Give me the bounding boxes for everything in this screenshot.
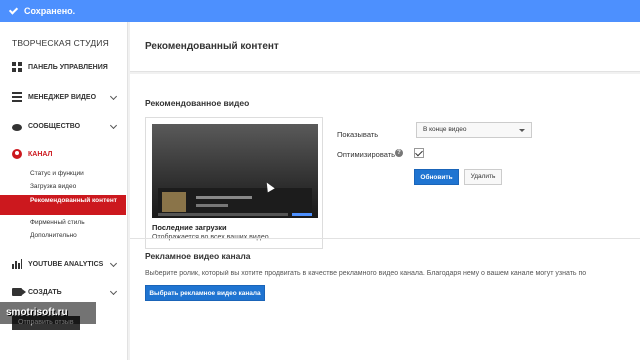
show-label: Показывать <box>337 130 379 139</box>
promo-video-title: Рекламное видео канала <box>145 251 251 261</box>
channel-icon <box>12 149 22 159</box>
show-select-value: В конце видео <box>423 126 467 133</box>
sidebar-item-community[interactable]: СООБЩЕСТВО <box>0 118 128 134</box>
card-title: Последние загрузки <box>152 223 227 232</box>
sidebar-item-label: YOUTUBE ANALYTICS <box>28 260 104 268</box>
sidebar-item-analytics[interactable]: YOUTUBE ANALYTICS <box>0 256 128 272</box>
channel-subitem-advanced[interactable]: Дополнительно <box>0 232 126 239</box>
sidebar-item-label: СОЗДАТЬ <box>28 288 62 296</box>
help-icon[interactable]: ? <box>395 149 403 157</box>
sidebar-item-channel[interactable]: КАНАЛ <box>0 146 128 162</box>
page-title: Рекомендованный контент <box>145 41 279 52</box>
update-button[interactable]: Обновить <box>414 169 459 185</box>
delete-button[interactable]: Удалить <box>464 169 502 185</box>
sidebar-item-label: СООБЩЕСТВО <box>28 122 81 130</box>
checkmark-icon <box>8 6 18 16</box>
featured-video-title: Рекомендованное видео <box>145 98 250 108</box>
create-icon <box>12 288 26 296</box>
studio-title[interactable]: ТВОРЧЕСКАЯ СТУДИЯ <box>12 38 109 48</box>
channel-subitem-branding[interactable]: Фирменный стиль <box>0 219 126 226</box>
community-icon <box>12 123 22 131</box>
channel-subitem-featured[interactable]: Рекомендованный контент <box>0 195 126 215</box>
featured-video-panel: Рекомендованное видео Последние загрузки… <box>130 74 640 360</box>
promo-description: Выберите ролик, который вы хотите продви… <box>145 270 587 277</box>
chevron-down-icon <box>109 287 118 296</box>
sidebar-item-label: МЕНЕДЖЕР ВИДЕО <box>28 93 97 101</box>
dashboard-icon <box>12 62 22 72</box>
video-thumbnail <box>152 124 318 218</box>
optimize-label: Оптимизировать <box>337 150 396 159</box>
chevron-down-icon <box>109 259 118 268</box>
saved-banner: Сохранено. <box>0 0 640 22</box>
sidebar-item-dashboard[interactable]: ПАНЕЛЬ УПРАВЛЕНИЯ <box>0 59 128 75</box>
sidebar-item-label: ПАНЕЛЬ УПРАВЛЕНИЯ <box>28 63 108 71</box>
chevron-down-icon <box>109 121 118 130</box>
sidebar-item-video-manager[interactable]: МЕНЕДЖЕР ВИДЕО <box>0 89 128 105</box>
channel-subitem-status[interactable]: Статус и функции <box>0 170 126 177</box>
analytics-icon <box>12 259 22 269</box>
saved-banner-text: Сохранено. <box>24 6 76 16</box>
featured-video-card[interactable]: Последние загрузки Отображается во всех … <box>145 117 323 249</box>
dropdown-arrow-icon <box>519 129 525 132</box>
video-manager-icon <box>12 92 22 102</box>
channel-subitem-upload[interactable]: Загрузка видео <box>0 183 126 190</box>
main-content: Рекомендованный контент Рекомендованное … <box>130 22 640 360</box>
sidebar-item-label: КАНАЛ <box>28 150 53 158</box>
select-promo-video-button[interactable]: Выбрать рекламное видео канала <box>145 285 265 301</box>
watermark: smotrisoft.ru <box>0 302 96 324</box>
sidebar-item-create[interactable]: СОЗДАТЬ <box>0 284 128 300</box>
chevron-down-icon <box>109 92 118 101</box>
page-header: Рекомендованный контент <box>130 22 640 72</box>
optimize-checkbox[interactable] <box>414 148 424 158</box>
show-select[interactable]: В конце видео <box>416 122 532 138</box>
